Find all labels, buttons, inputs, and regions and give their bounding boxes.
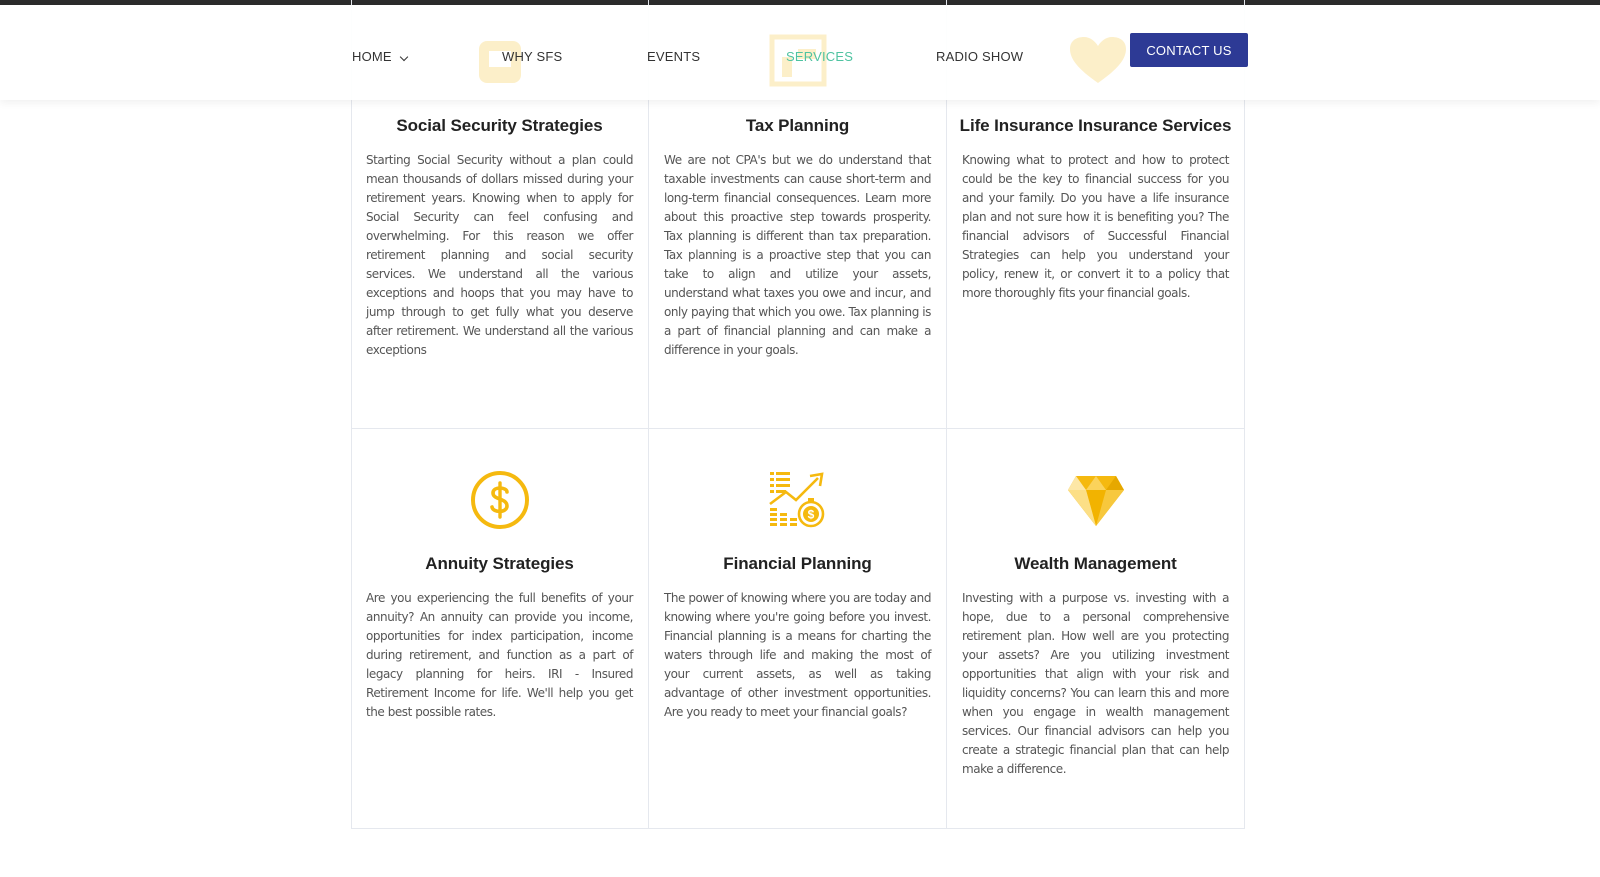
site-header: HOME WHY SFS EVENTS SERVICES RADIO SHOW … [0,5,1600,100]
service-card-life-insurance: Life Insurance Insurance Services Knowin… [947,116,1244,303]
nav-radio-show[interactable]: RADIO SHOW [936,49,1023,64]
growth-chart-icon: $ [769,472,825,528]
service-card-social-security: Social Security Strategies Starting Soci… [351,116,648,360]
service-title: Life Insurance Insurance Services [959,116,1232,135]
diamond-icon [1068,476,1124,526]
service-card-wealth-management: Wealth Management Investing with a purpo… [947,554,1244,779]
service-description: The power of knowing where you are today… [664,591,931,719]
nav-events[interactable]: EVENTS [647,49,700,64]
nav-home[interactable]: HOME [352,49,392,64]
grid-divider [351,428,1245,429]
svg-text:$: $ [808,508,815,522]
nav-services[interactable]: SERVICES [786,49,853,64]
service-card-tax-planning: Tax Planning We are not CPA's but we do … [649,116,946,360]
service-description: Starting Social Security without a plan … [366,153,633,357]
contact-us-button[interactable]: CONTACT US [1130,33,1248,67]
service-title: Wealth Management [1014,554,1177,573]
life-insurance-icon [1070,37,1126,83]
service-title: Annuity Strategies [425,554,574,573]
service-title: Financial Planning [723,554,872,573]
service-description: Investing with a purpose vs. investing w… [962,591,1229,776]
nav-why-sfs[interactable]: WHY SFS [502,49,562,64]
service-title: Social Security Strategies [396,116,603,135]
service-card-financial-planning: Financial Planning The power of knowing … [649,554,946,722]
service-description: Knowing what to protect and how to prote… [962,153,1229,300]
service-title: Tax Planning [745,116,850,135]
service-card-annuity: Annuity Strategies Are you experiencing … [351,554,648,722]
service-description: Are you experiencing the full benefits o… [366,591,633,719]
chevron-down-icon[interactable] [399,52,409,62]
service-description: We are not CPA's but we do understand th… [664,153,931,357]
dollar-coin-icon [471,471,529,529]
